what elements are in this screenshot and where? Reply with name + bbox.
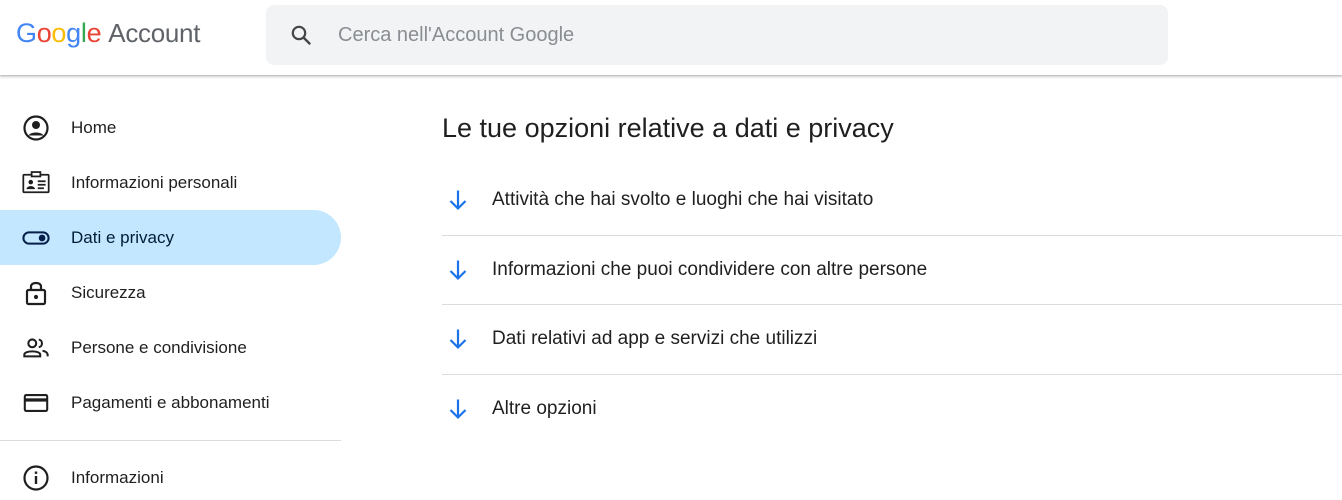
option-label: Altre opzioni (492, 398, 597, 420)
privacy-option-list: Attività che hai svolto e luoghi che hai… (442, 166, 1342, 444)
lock-icon (22, 279, 50, 307)
privacy-option-sharing[interactable]: Informazioni che puoi condividere con al… (442, 236, 1342, 305)
logo-letter: G (16, 18, 37, 48)
arrow-down-icon (446, 397, 470, 421)
logo-letter: o (36, 18, 52, 48)
id-card-icon (22, 169, 50, 197)
sidebar-nav: Home Informazioni personali Dati e priva… (0, 100, 341, 500)
privacy-option-apps-services[interactable]: Dati relativi ad app e servizi che utili… (442, 305, 1342, 375)
sidebar-item-payments[interactable]: Pagamenti e abbonamenti (0, 375, 341, 430)
google-account-logo[interactable]: Google Account (16, 18, 200, 52)
arrow-down-icon (446, 188, 470, 212)
toggle-icon (22, 224, 50, 252)
page-title: Le tue opzioni relative a dati e privacy (442, 113, 894, 143)
sidebar-divider (0, 440, 341, 441)
option-label: Attività che hai svolto e luoghi che hai… (492, 189, 874, 211)
sidebar-item-label: Dati e privacy (71, 227, 174, 247)
option-label: Informazioni che puoi condividere con al… (492, 258, 928, 280)
sidebar-item-data-privacy[interactable]: Dati e privacy (0, 210, 341, 265)
search-icon[interactable] (289, 23, 313, 47)
sidebar-item-label: Pagamenti e abbonamenti (71, 392, 270, 412)
search-input[interactable] (338, 23, 1118, 47)
sidebar-item-home[interactable]: Home (0, 100, 341, 155)
sidebar-item-about[interactable]: Informazioni (0, 450, 341, 500)
account-circle-icon (22, 114, 50, 142)
info-icon (22, 464, 50, 492)
sidebar-item-security[interactable]: Sicurezza (0, 265, 341, 320)
logo-letter: e (86, 18, 102, 48)
sidebar-item-people-sharing[interactable]: Persone e condivisione (0, 320, 341, 375)
logo-letter: o (51, 18, 67, 48)
sidebar-item-label: Sicurezza (71, 282, 146, 302)
arrow-down-icon (446, 327, 470, 351)
option-label: Dati relativi ad app e servizi che utili… (492, 328, 818, 350)
sidebar-item-label: Informazioni (71, 467, 164, 487)
credit-card-icon (22, 389, 50, 417)
logo-letter: g (66, 18, 81, 48)
privacy-option-more[interactable]: Altre opzioni (442, 375, 1342, 445)
search-bar[interactable] (266, 5, 1168, 65)
top-bar: Google Account (0, 0, 1342, 75)
privacy-option-activity[interactable]: Attività che hai svolto e luoghi che hai… (442, 166, 1342, 236)
people-icon (22, 334, 50, 362)
sidebar-item-label: Informazioni personali (71, 172, 238, 192)
logo-account-text: Account (108, 18, 201, 48)
sidebar-item-personal-info[interactable]: Informazioni personali (0, 155, 341, 210)
arrow-down-icon (446, 258, 470, 282)
sidebar-item-label: Persone e condivisione (71, 337, 247, 357)
sidebar-item-label: Home (71, 117, 117, 137)
